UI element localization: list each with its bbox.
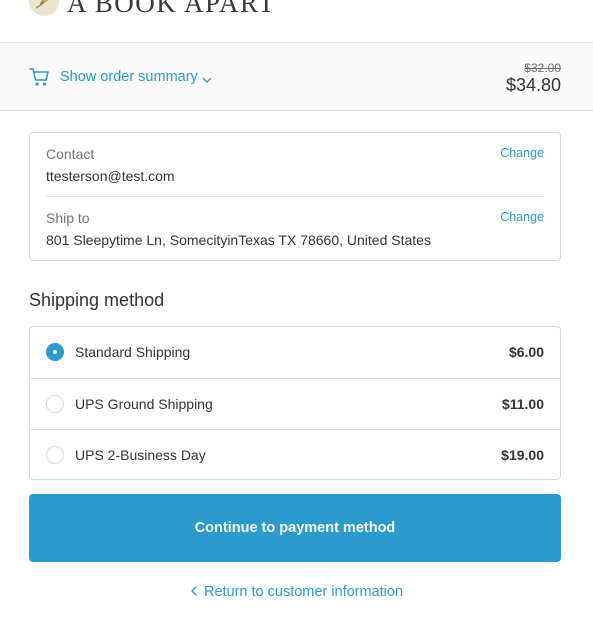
- order-summary-label: Show order summary: [60, 69, 198, 85]
- shipping-option-ups-ground[interactable]: UPS Ground Shipping $11.00: [30, 378, 560, 429]
- contact-label: Contact: [46, 146, 95, 162]
- ship-to-value: 801 Sleepytime Ln, SomecityinTexas TX 78…: [46, 232, 431, 248]
- shipping-option-price: $19.00: [501, 447, 544, 463]
- shipping-option-price: $6.00: [508, 344, 544, 360]
- shipping-option-ups-2-day[interactable]: UPS 2-Business Day $19.00: [30, 429, 560, 480]
- shipping-option-price: $11.00: [501, 396, 544, 412]
- change-ship-to-link[interactable]: Change: [500, 210, 544, 224]
- shipping-option-label: UPS 2-Business Day: [75, 447, 206, 463]
- chevron-left-icon: [190, 584, 198, 600]
- return-link-label: Return to customer information: [203, 584, 404, 600]
- continue-to-payment-button[interactable]: Continue to payment method: [29, 494, 561, 562]
- cart-icon: [29, 66, 51, 88]
- shipping-options: Standard Shipping $6.00 UPS Ground Shipp…: [29, 326, 561, 480]
- original-price: $32.00: [524, 61, 561, 75]
- shipping-radio-standard[interactable]: [46, 343, 64, 361]
- shipping-radio-ups-ground[interactable]: [46, 395, 64, 413]
- shipping-option-label: UPS Ground Shipping: [75, 396, 213, 412]
- order-summary-toggle[interactable]: Show order summary: [29, 66, 212, 88]
- brand-name[interactable]: A BOOK APART: [67, 0, 276, 19]
- contact-row: Contact ttesterson@test.com Change: [46, 133, 544, 197]
- order-price: $32.00 $34.80: [506, 61, 561, 95]
- leaf-logo-icon[interactable]: [29, 0, 59, 16]
- contact-value: ttesterson@test.com: [46, 168, 175, 184]
- shipping-option-label: Standard Shipping: [75, 344, 191, 360]
- total-price: $34.80: [505, 75, 561, 95]
- return-to-customer-info-link[interactable]: Return to customer information: [0, 584, 593, 600]
- order-summary-bar: Show order summary $32.00 $34.80: [0, 43, 593, 111]
- shipping-radio-ups-2-day[interactable]: [46, 446, 64, 464]
- ship-to-label: Ship to: [46, 210, 90, 226]
- brand-header: A BOOK APART: [0, 0, 593, 43]
- chevron-down-icon: [202, 72, 212, 83]
- ship-to-row: Ship to 801 Sleepytime Ln, SomecityinTex…: [46, 197, 544, 261]
- shipping-option-standard[interactable]: Standard Shipping $6.00: [30, 327, 560, 378]
- review-box: Contact ttesterson@test.com Change Ship …: [29, 132, 561, 261]
- change-contact-link[interactable]: Change: [500, 146, 544, 160]
- shipping-method-title: Shipping method: [29, 290, 165, 310]
